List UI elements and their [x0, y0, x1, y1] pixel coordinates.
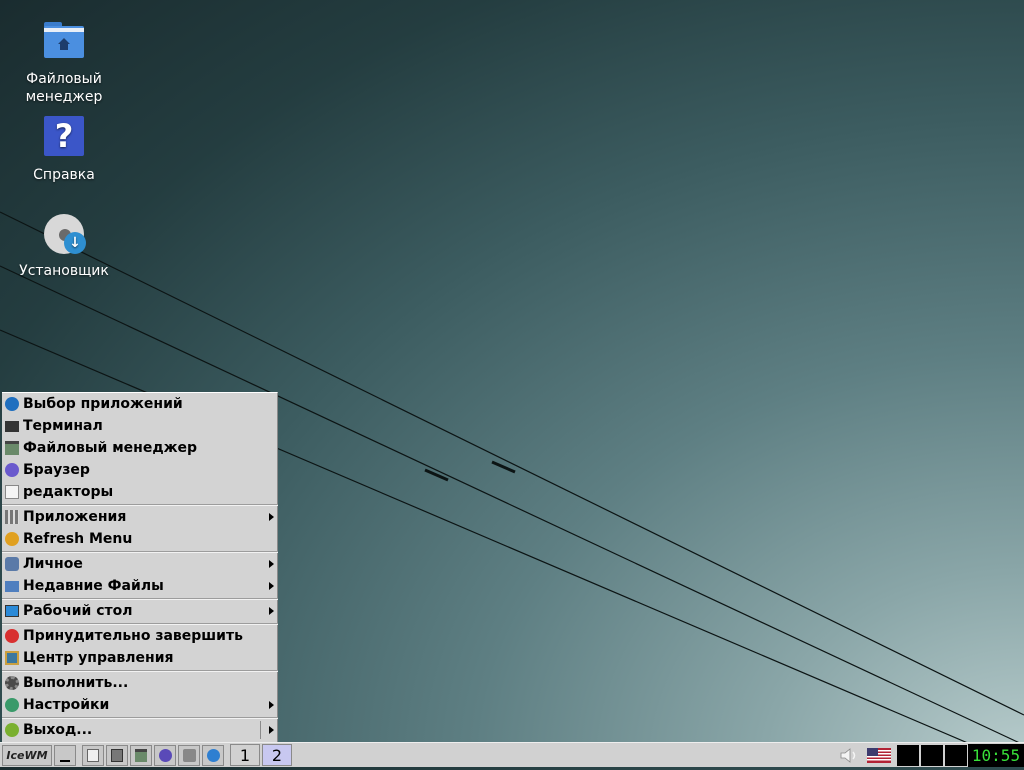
submenu-arrow-icon — [269, 582, 274, 590]
desktop-icon-label: Установщик — [19, 263, 109, 279]
workspace-1-button[interactable]: 1 — [230, 744, 260, 766]
quicklaunch-terminal[interactable] — [106, 745, 128, 766]
settings-icon — [5, 698, 19, 712]
taskbar: IceWM 1 2 10:55 — [0, 742, 1024, 767]
menu-item-app-finder[interactable]: Выбор приложений — [2, 393, 278, 415]
desktop-icon-label: менеджер — [25, 89, 103, 105]
installer-icon: ↓ — [42, 212, 86, 256]
submenu-arrow-icon — [269, 726, 274, 734]
menu-item-refresh-menu[interactable]: Refresh Menu — [2, 528, 278, 550]
start-menu-button[interactable]: IceWM — [2, 745, 52, 766]
volume-icon — [840, 748, 856, 763]
menu-item-applications[interactable]: Приложения — [2, 506, 278, 528]
network-monitor[interactable] — [945, 745, 967, 766]
control-center-icon — [5, 651, 19, 665]
menu-item-editors[interactable]: редакторы — [2, 481, 278, 503]
submenu-arrow-icon — [269, 560, 274, 568]
refresh-icon — [5, 532, 19, 546]
submenu-arrow-icon — [269, 607, 274, 615]
menu-item-terminal[interactable]: Терминал — [2, 415, 278, 437]
browser-icon — [159, 749, 172, 762]
volume-tray-button[interactable] — [838, 745, 860, 766]
keyboard-layout-indicator[interactable] — [866, 745, 892, 766]
run-icon — [5, 676, 19, 690]
menu-item-recent-files[interactable]: Недавние Файлы — [2, 575, 278, 597]
desktop-icon-help[interactable]: ? Справка — [9, 116, 119, 184]
menu-item-settings[interactable]: Настройки — [2, 694, 278, 716]
submenu-arrow-icon — [269, 513, 274, 521]
app-finder-icon — [5, 397, 19, 411]
recent-files-icon — [5, 581, 19, 592]
desktop-icon-label: Справка — [33, 167, 95, 183]
menu-item-browser[interactable]: Браузер — [2, 459, 278, 481]
desktop-icon-label: Файловый — [26, 71, 102, 87]
memory-monitor[interactable] — [921, 745, 943, 766]
menu-item-logout[interactable]: Выход... — [2, 719, 278, 741]
desktop-icon-installer[interactable]: ↓ Установщик — [9, 212, 119, 280]
installer-icon — [183, 749, 196, 762]
terminal-icon — [111, 749, 123, 762]
menu-item-control-center[interactable]: Центр управления — [2, 647, 278, 669]
terminal-icon — [5, 421, 19, 432]
quicklaunch-help[interactable] — [202, 745, 224, 766]
help-icon: ? — [42, 116, 86, 160]
menu-item-file-manager[interactable]: Файловый менеджер — [2, 437, 278, 459]
menu-item-personal[interactable]: Личное — [2, 553, 278, 575]
quicklaunch-app-finder[interactable] — [82, 745, 104, 766]
file-manager-icon — [5, 441, 19, 455]
menu-item-desktop[interactable]: Рабочий стол — [2, 600, 278, 622]
quicklaunch-browser[interactable] — [154, 745, 176, 766]
app-finder-icon — [87, 749, 99, 762]
menu-item-run[interactable]: Выполнить... — [2, 672, 278, 694]
folder-home-icon — [42, 20, 86, 64]
show-desktop-button[interactable] — [54, 745, 76, 766]
force-quit-icon — [5, 629, 19, 643]
personal-icon — [5, 557, 19, 571]
quicklaunch-file-manager[interactable] — [130, 745, 152, 766]
quicklaunch-installer[interactable] — [178, 745, 200, 766]
menu-item-force-quit[interactable]: Принудительно завершить — [2, 625, 278, 647]
submenu-arrow-icon — [269, 701, 274, 709]
help-icon — [207, 749, 220, 762]
applications-icon — [5, 510, 19, 524]
desktop-icon-file-manager[interactable]: Файловый менеджер — [9, 20, 119, 106]
desktop-icon — [5, 605, 19, 617]
logout-icon — [5, 723, 19, 737]
clock[interactable]: 10:55 — [968, 744, 1024, 767]
file-manager-icon — [135, 749, 147, 762]
cpu-monitor[interactable] — [897, 745, 919, 766]
us-flag-icon — [867, 748, 891, 763]
browser-icon — [5, 463, 19, 477]
workspace-2-button[interactable]: 2 — [262, 744, 292, 766]
minimize-icon — [60, 760, 70, 762]
editor-icon — [5, 485, 19, 499]
start-menu: Выбор приложений Терминал Файловый менед… — [2, 392, 278, 742]
